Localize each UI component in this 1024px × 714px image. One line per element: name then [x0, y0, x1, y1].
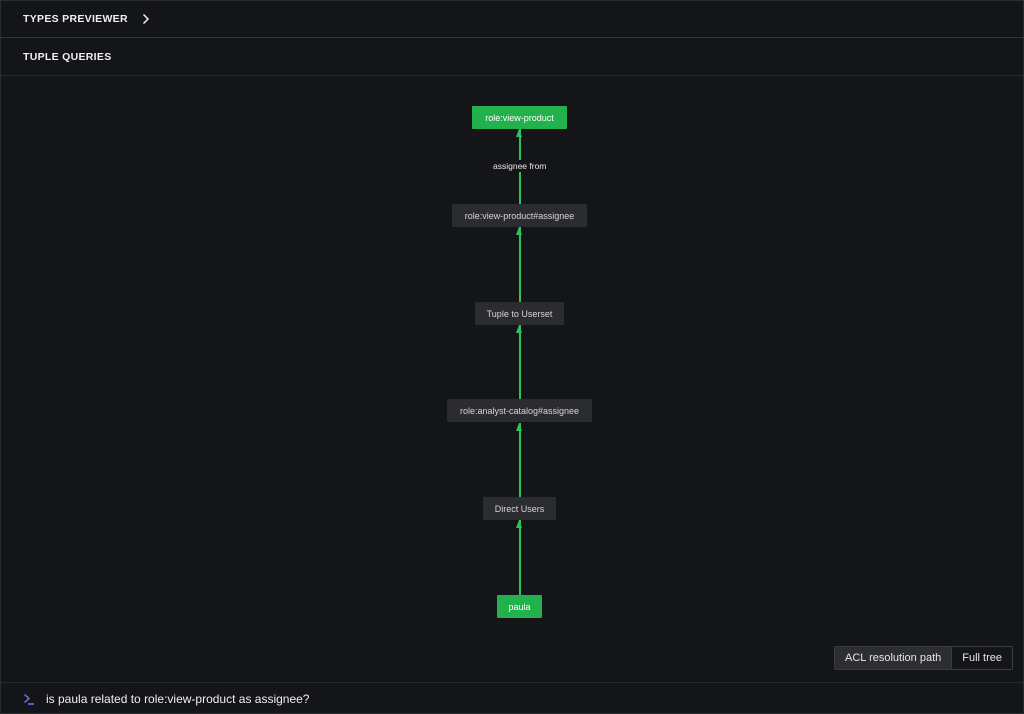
graph-edge: [519, 227, 521, 303]
resolution-graph: assignee from role:view-product role:vie…: [1, 77, 1023, 681]
edge-arrowhead: [516, 520, 522, 528]
edge-arrowhead: [516, 227, 522, 235]
tuple-queries-header: TUPLE QUERIES: [1, 39, 1023, 76]
types-previewer-title: TYPES PREVIEWER: [23, 13, 128, 25]
view-mode-toggle: ACL resolution path Full tree: [834, 646, 1013, 670]
query-bar: [1, 682, 1023, 714]
app-window: TYPES PREVIEWER TUPLE QUERIES assignee f…: [0, 0, 1024, 714]
full-tree-button[interactable]: Full tree: [952, 647, 1012, 669]
graph-edge: [519, 423, 521, 497]
terminal-prompt-icon: [23, 692, 35, 706]
graph-node-role-view-product[interactable]: role:view-product: [472, 106, 567, 129]
query-input[interactable]: [46, 691, 646, 706]
edge-arrowhead: [516, 423, 522, 431]
graph-edge: [519, 520, 521, 595]
edge-label-assignee-from: assignee from: [491, 160, 549, 172]
types-previewer-header[interactable]: TYPES PREVIEWER: [1, 1, 1023, 38]
graph-node-view-product-assignee[interactable]: role:view-product#assignee: [452, 204, 587, 227]
graph-edge: [519, 325, 521, 399]
edge-arrowhead: [516, 129, 522, 137]
graph-node-tuple-to-userset[interactable]: Tuple to Userset: [475, 302, 564, 325]
graph-node-analyst-catalog-assignee[interactable]: role:analyst-catalog#assignee: [447, 399, 592, 422]
chevron-right-icon[interactable]: [142, 13, 152, 25]
graph-node-direct-users[interactable]: Direct Users: [483, 497, 556, 520]
tuple-queries-title: TUPLE QUERIES: [23, 51, 112, 63]
graph-edge: [519, 129, 521, 215]
graph-node-user-paula[interactable]: paula: [497, 595, 542, 618]
edge-arrowhead: [516, 325, 522, 333]
acl-resolution-path-button[interactable]: ACL resolution path: [835, 647, 952, 669]
